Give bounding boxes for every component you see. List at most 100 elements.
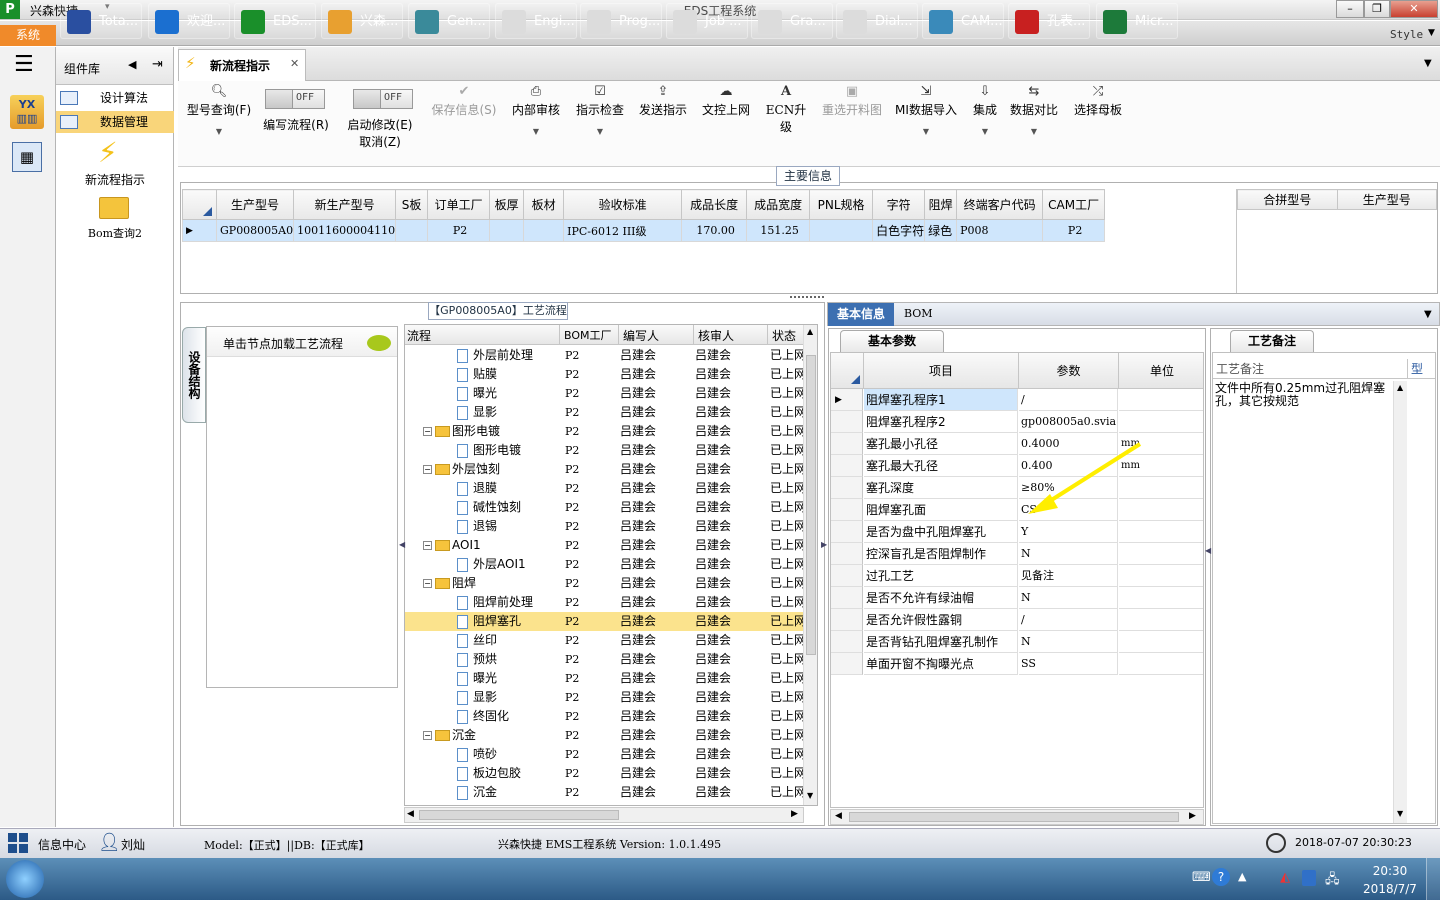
data-compare-button[interactable]: ⇆ 数据对比 ▼	[1008, 83, 1060, 142]
table-row[interactable]: 是否为盘中孔阻焊塞孔 Y	[831, 521, 1203, 543]
internal-review-button[interactable]: ⎙ 内部审核 ▼	[511, 83, 561, 142]
taskbar-item[interactable]: CAM...	[922, 3, 1004, 39]
col-bom-factory[interactable]: BOM工厂	[559, 325, 616, 345]
remarks-vscrollbar[interactable]: ▲ ▼	[1393, 381, 1407, 823]
splitter-handle[interactable]	[790, 296, 824, 300]
reselect-cut-chart-button[interactable]: ▣ 重选开料图	[820, 83, 884, 118]
col-type[interactable]: 型	[1407, 359, 1435, 379]
cancel-label[interactable]: 取消(Z)	[344, 133, 416, 150]
col-solder-mask[interactable]: 阻焊	[924, 189, 958, 220]
col-item[interactable]: 项目	[863, 353, 1018, 389]
equipment-structure-tab[interactable]: 设备结构	[182, 327, 206, 423]
folder-open-icon[interactable]	[99, 197, 129, 219]
minimize-button[interactable]: –	[1336, 0, 1364, 18]
system-tab[interactable]: 系统	[0, 25, 56, 46]
table-row[interactable]: 图形电镀 P2 吕建会 吕建会 已上网	[405, 441, 815, 460]
info-center-link[interactable]: 信息中心	[38, 836, 86, 853]
col-param[interactable]: 参数	[1018, 353, 1118, 389]
col-char[interactable]: 字符	[872, 189, 926, 220]
col-order-factory[interactable]: 订单工厂	[427, 189, 491, 220]
taskbar-item[interactable]: 欢迎...	[148, 3, 230, 39]
table-row[interactable]: 是否背钻孔阻焊塞孔制作 N	[831, 631, 1203, 653]
tab-close-icon[interactable]: ✕	[290, 57, 299, 70]
collapse-marker-icon[interactable]: ▶	[821, 540, 827, 549]
table-row[interactable]: 退锡 P2 吕建会 吕建会 已上网	[405, 517, 815, 536]
taskbar-item[interactable]: Dial...	[836, 3, 918, 39]
table-row[interactable]: 外层AOI1 P2 吕建会 吕建会 已上网	[405, 555, 815, 574]
table-row[interactable]: 碱性蚀刻 P2 吕建会 吕建会 已上网	[405, 498, 815, 517]
dropdown-arrow-icon[interactable]: ▼	[892, 122, 960, 142]
show-desktop-button[interactable]	[1426, 858, 1440, 900]
yx-factory-icon[interactable]: YX ▥▥	[10, 95, 44, 129]
table-row[interactable]: ▶ GP008005A0 10011600004110 P2 IPC-6012 …	[182, 219, 1106, 242]
taskbar-item[interactable]: Job ...	[666, 3, 748, 39]
taskbar-item[interactable]: Gra...	[751, 3, 833, 39]
pin-icon[interactable]: ⇥	[152, 57, 163, 72]
table-row[interactable]: 丝印 P2 吕建会 吕建会 已上网	[405, 631, 815, 650]
col-end-customer[interactable]: 终端客户代码	[956, 189, 1044, 220]
table-row[interactable]: 显影 P2 吕建会 吕建会 已上网	[405, 688, 815, 707]
table-row[interactable]: − AOI1 P2 吕建会 吕建会 已上网	[405, 536, 815, 555]
windows-grid-icon[interactable]	[8, 833, 28, 853]
tray-app-icon[interactable]: ◭	[1280, 870, 1290, 885]
taskbar-clock[interactable]: 20:30 2018/7/7	[1360, 862, 1420, 898]
col-merge-model[interactable]: 合拼型号	[1237, 189, 1338, 210]
collapse-marker-icon[interactable]: ◀	[399, 540, 405, 549]
table-row[interactable]: 外层前处理 P2 吕建会 吕建会 已上网	[405, 346, 815, 365]
model-query-button[interactable]: 🔍︎ 型号查询(F) ▼	[184, 83, 254, 142]
table-row[interactable]: 显影 P2 吕建会 吕建会 已上网	[405, 403, 815, 422]
collapse-marker-icon[interactable]: ◀	[1205, 546, 1211, 555]
calculator-icon[interactable]: ▦	[12, 142, 42, 172]
start-button-icon[interactable]	[6, 860, 44, 898]
col-acceptance-standard[interactable]: 验收标准	[563, 189, 683, 220]
scroll-left-icon[interactable]: ◀	[835, 811, 842, 821]
mi-data-import-button[interactable]: ⇲ MI数据导入 ▼	[892, 83, 960, 142]
style-menu[interactable]: Style	[1390, 28, 1423, 41]
taskbar-item[interactable]: Gen...	[408, 3, 490, 39]
style-dropdown-icon[interactable]: ▼	[1428, 28, 1435, 38]
table-row[interactable]: 是否允许假性露铜 /	[831, 609, 1203, 631]
comp-item-design-algorithm[interactable]: 设计算法	[56, 87, 174, 109]
tab-basic-params[interactable]: 基本参数	[840, 330, 944, 352]
col-status[interactable]: 状态	[767, 325, 800, 345]
col-side-production-model[interactable]: 生产型号	[1336, 189, 1437, 210]
close-button[interactable]: ✕	[1390, 0, 1438, 18]
comp-item-new-flow[interactable]: 新流程指示	[56, 171, 174, 188]
col-remarks[interactable]: 工艺备注	[1213, 359, 1407, 379]
scroll-thumb[interactable]	[806, 355, 816, 655]
comp-item-data-management[interactable]: 数据管理	[56, 111, 174, 133]
table-row[interactable]: 沉金 P2 吕建会 吕建会 已上网	[405, 783, 815, 802]
table-row[interactable]: 退膜 P2 吕建会 吕建会 已上网	[405, 479, 815, 498]
process-tree-vscrollbar[interactable]: ▲ ▼	[803, 325, 817, 805]
ecn-upgrade-button[interactable]: A ECN升级	[762, 83, 810, 135]
col-width[interactable]: 成品宽度	[746, 189, 811, 220]
expand-toggle-icon[interactable]: −	[423, 427, 432, 436]
scroll-up-icon[interactable]: ▲	[807, 327, 813, 336]
params-hscrollbar[interactable]: ◀ ▶	[830, 809, 1204, 825]
table-row[interactable]: 终固化 P2 吕建会 吕建会 已上网	[405, 707, 815, 726]
table-row[interactable]: − 阻焊 P2 吕建会 吕建会 已上网	[405, 574, 815, 593]
write-flow-toggle[interactable]: OFF	[265, 89, 325, 109]
taskbar-item[interactable]: Engi...	[495, 3, 577, 39]
col-s-board[interactable]: S板	[395, 189, 429, 220]
save-info-button[interactable]: ✔ 保存信息(S)	[428, 83, 500, 118]
taskbar-item[interactable]: 兴森...	[321, 3, 403, 39]
doc-control-upload-button[interactable]: ☁ 文控上网	[700, 83, 752, 118]
dropdown-arrow-icon[interactable]: ▼	[968, 122, 1002, 142]
comp-item-bom-query[interactable]: Bom查询2	[56, 225, 174, 241]
integrate-button[interactable]: ⇩ 集成 ▼	[968, 83, 1002, 142]
row-selector-header[interactable]	[182, 189, 217, 220]
maximize-button[interactable]: ❐	[1364, 0, 1390, 18]
shield-tray-icon[interactable]	[1302, 870, 1316, 886]
detail-tab-dropdown-icon[interactable]: ▼	[1424, 309, 1432, 320]
table-row[interactable]: − 外层蚀刻 P2 吕建会 吕建会 已上网	[405, 460, 815, 479]
dropdown-arrow-icon[interactable]: ▼	[511, 122, 561, 142]
col-pnl-spec[interactable]: PNL规格	[809, 189, 874, 220]
col-material[interactable]: 板材	[523, 189, 565, 220]
table-row[interactable]: 阻焊塞孔程序2 gp008005a0.svia	[831, 411, 1203, 433]
table-row[interactable]: 板边包胶 P2 吕建会 吕建会 已上网	[405, 764, 815, 783]
expand-toggle-icon[interactable]: −	[423, 541, 432, 550]
table-row[interactable]: 过孔工艺 见备注	[831, 565, 1203, 587]
expand-toggle-icon[interactable]: −	[423, 465, 432, 474]
table-row[interactable]: ▶ 阻焊塞孔程序1/	[831, 389, 1203, 411]
